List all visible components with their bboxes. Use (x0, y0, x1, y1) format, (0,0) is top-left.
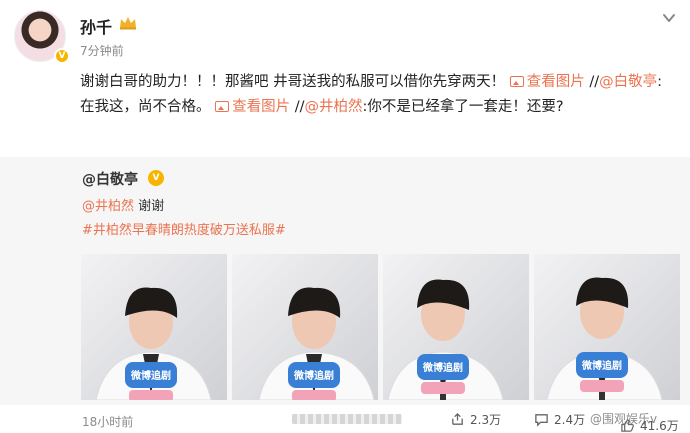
post-username[interactable]: 孙千 (80, 14, 112, 38)
comment-count: 2.4万 (554, 413, 586, 427)
post-text-part: 谢谢白哥的助力！！！那酱吧 井哥送我的私服可以借你先穿两天！ (80, 74, 506, 90)
post-photo[interactable]: 微博追剧 (383, 254, 529, 400)
view-picture-link[interactable]: 查看图片 (215, 99, 290, 115)
picture-icon (215, 101, 230, 112)
chevron-down-icon[interactable] (661, 10, 677, 26)
crown-icon (120, 17, 136, 30)
picture-icon (509, 76, 524, 87)
blurred-text (292, 414, 402, 424)
post-text: 谢谢白哥的助力！！！那酱吧 井哥送我的私服可以借你先穿两天！ 查看图片 //@白… (80, 70, 676, 120)
comment-icon (535, 414, 548, 427)
svg-text:微博追剧: 微博追剧 (422, 361, 463, 374)
post-photo[interactable]: 微博追剧 (232, 254, 378, 400)
verified-v-icon: V (148, 170, 164, 186)
photo-image: 微博追剧 (232, 254, 378, 400)
thumb-up-icon (621, 419, 634, 432)
footer-time: 18小时前 (82, 415, 134, 429)
svg-text:微博追剧: 微博追剧 (581, 359, 622, 372)
like-count: 41.6万 (640, 419, 679, 433)
share-icon (452, 412, 463, 425)
view-picture-link[interactable]: 查看图片 (509, 74, 585, 90)
svg-text:微博追剧: 微博追剧 (130, 369, 171, 382)
like-button[interactable]: 41.6万 (620, 417, 679, 433)
mention-link[interactable]: @井柏然 (82, 199, 134, 214)
post-photo[interactable]: 微博追剧 (534, 254, 680, 400)
post-text-part: // (589, 74, 600, 90)
photo-image: 微博追剧 (383, 254, 529, 400)
post-text-part: // (294, 99, 305, 115)
mention-link[interactable]: @白敬亭 (599, 74, 657, 90)
repost-username[interactable]: @白敬亭 (82, 169, 138, 189)
verified-v-icon: V (54, 48, 70, 64)
post-text-part: :你不是已经拿了一套走！还要? (362, 99, 564, 115)
post-time[interactable]: 7分钟前 (80, 42, 124, 59)
repost-text: @井柏然 谢谢 (82, 195, 164, 214)
post-photo[interactable]: 微博追剧 (81, 254, 227, 400)
share-button[interactable]: 2.3万 (450, 411, 501, 428)
comment-button[interactable]: 2.4万 (534, 411, 585, 428)
repost-card[interactable]: @白敬亭 V @井柏然 谢谢 #井柏然早春晴朗热度破万送私服# 微博追剧 微博追剧… (0, 157, 690, 405)
photo-grid: 微博追剧 微博追剧 微博追剧 微博追剧 (81, 254, 680, 400)
post-footer: 18小时前 2.3万 2.4万 @围观娱乐v 41.6万 (0, 405, 690, 433)
repost-thanks: 谢谢 (138, 199, 165, 214)
svg-text:微博追剧: 微博追剧 (293, 369, 334, 382)
share-count: 2.3万 (470, 413, 502, 427)
mention-link[interactable]: @井柏然 (305, 99, 363, 115)
weibo-post: V 孙千 7分钟前 谢谢白哥的助力！！！那酱吧 井哥送我的私服可以借你先穿两天！… (0, 0, 690, 433)
photo-image: 微博追剧 (81, 254, 227, 400)
hashtag-link[interactable]: #井柏然早春晴朗热度破万送私服# (82, 219, 286, 238)
photo-image: 微博追剧 (534, 254, 680, 400)
